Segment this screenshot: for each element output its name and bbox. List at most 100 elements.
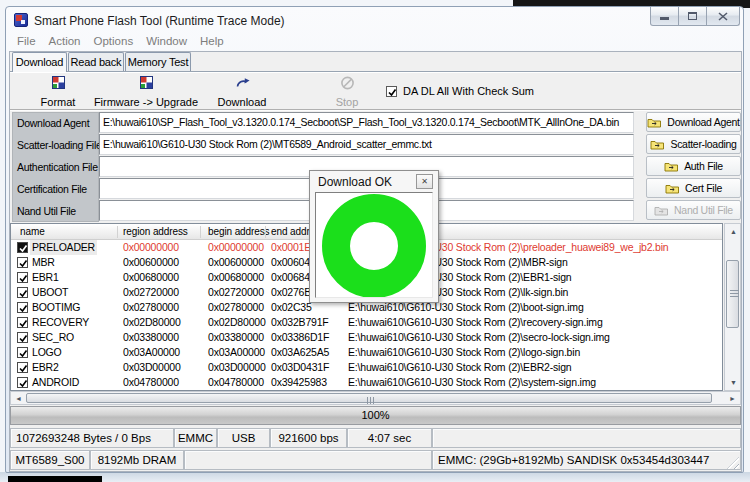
row-checkbox[interactable] [17,242,28,253]
toolbar-button-download[interactable]: Download [207,76,277,108]
progress-bar: 100% [10,406,741,425]
menu-item-help[interactable]: Help [194,33,230,51]
cell-region-address: 0x03A00000 [123,345,180,360]
row-checkbox[interactable] [17,317,28,328]
row-checkbox[interactable] [17,347,28,358]
row-checkbox[interactable] [17,257,28,268]
folder-icon [654,205,669,216]
status1-cell-1: EMMC [174,428,217,448]
menu-item-action[interactable]: Action [43,33,87,51]
form-label-2: Authentication File [17,157,98,178]
scroll-left-icon[interactable]: ◄ [15,395,22,402]
dialog-close-button[interactable]: ✕ [416,174,433,189]
close-button[interactable] [706,7,740,26]
cell-region-address: 0x02720000 [123,285,179,300]
cell-name: EBR1 [32,270,59,285]
browse-button-3[interactable]: Cert File [646,178,741,198]
cell-region-address: 0x00000000 [123,240,179,255]
dialog-body [315,192,433,298]
browse-button-2[interactable]: Auth File [646,156,741,176]
scroll-down-icon[interactable]: ▼ [730,379,737,386]
vertical-scrollbar-thumb[interactable] [726,260,739,328]
cell-begin-address: 0x00000000 [208,240,264,255]
cell-region-address: 0x00600000 [123,255,179,270]
toolbar-separator [10,109,741,111]
tab-download[interactable]: Download [12,52,67,72]
table-row-android[interactable]: ANDROID0x047800000x047800000x39425983E:\… [11,375,722,390]
browse-button-label-1: Scatter-loading [670,138,736,150]
toolbar-button-firmware[interactable]: Firmware -> Upgrade [91,76,201,108]
column-header-region-address[interactable]: region address [123,224,188,240]
cell-begin-address: 0x02780000 [208,300,264,315]
form-field-value-1: E:\huwai610\G610-U30 Stock Rom (2)\MT658… [100,135,633,154]
status2-cell-0: MT6589_S00 [10,450,90,470]
cell-end-address: 0x032B791F [271,315,329,330]
tab-read-back[interactable]: Read back [68,52,124,71]
row-checkbox[interactable] [17,272,28,283]
column-header-name[interactable]: name [20,224,45,240]
horizontal-scrollbar-thumb[interactable] [26,393,712,403]
cell-region-address: 0x04780000 [123,375,179,390]
form-label-0: Download Agent [17,113,89,134]
folder-icon [664,161,679,172]
table-row-recovery[interactable]: RECOVERY0x02D800000x02D800000x032B791FE:… [11,315,722,330]
column-header-begin-address[interactable]: begin address [208,224,270,240]
row-checkbox[interactable] [17,377,28,388]
toolbar-button-stop: Stop [322,76,372,108]
form-field-value-0: E:\huwai610\SP_Flash_Tool_v3.1320.0.174_… [100,113,633,132]
menu-item-window[interactable]: Window [140,33,193,51]
vertical-scrollbar[interactable]: ▲ ▼ [724,223,741,391]
cell-end-address: 0x03D0431F [271,360,329,375]
cell-begin-address: 0x02D80000 [208,315,266,330]
toolbar-button-format[interactable]: Format [28,76,88,108]
maximize-button[interactable] [678,7,707,26]
cell-location: E:\huwai610\G610-U30 Stock Rom (2)\recov… [348,315,603,330]
cell-region-address: 0x03D00000 [123,360,181,375]
cell-end-address: 0x03386D1F [271,330,329,345]
table-row-logo[interactable]: LOGO0x03A000000x03A000000x03A625A5E:\huw… [11,345,722,360]
status2-cell-3: EMMC: (29Gb+8192Mb) SANDISK 0x53454d3034… [432,450,741,470]
menu-bar: FileActionOptionsWindowHelp [11,33,231,51]
cell-begin-address: 0x03A00000 [208,345,265,360]
cell-region-address: 0x00680000 [123,270,179,285]
tab-memory-test[interactable]: Memory Test [125,52,191,71]
minimize-icon [660,17,669,20]
cell-end-address: 0x00684 [271,270,310,285]
row-checkbox[interactable] [17,287,28,298]
cell-region-address: 0x02D80000 [123,315,181,330]
window-title: Smart Phone Flash Tool (Runtime Trace Mo… [34,14,285,28]
table-row-ebr2[interactable]: EBR20x03D000000x03D000000x03D0431FE:\huw… [11,360,722,375]
dialog-title: Download OK [318,175,392,189]
menu-item-file[interactable]: File [11,33,42,51]
scroll-up-icon[interactable]: ▲ [730,228,737,235]
cell-name: LOGO [32,345,62,360]
browse-button-1[interactable]: Scatter-loading [646,134,741,154]
download-icon [234,76,251,89]
form-field-0[interactable]: E:\huwai610\SP_Flash_Tool_v3.1320.0.174_… [99,112,634,133]
firmware-upgrade-icon [140,76,153,89]
scroll-right-icon[interactable]: ► [729,395,736,402]
folder-icon [665,183,680,194]
table-row-sec_ro[interactable]: SEC_RO0x033800000x033800000x03386D1FE:\h… [11,330,722,345]
da-dl-checkbox[interactable] [386,86,397,97]
horizontal-scrollbar[interactable]: ◄ ► [10,391,741,405]
cell-location: E:\huwai610\G610-U30 Stock Rom (2)\syste… [348,375,596,390]
browse-button-0[interactable]: Download Agent [646,112,741,132]
cell-name: UBOOT [32,285,68,300]
status1-cell-0: 1072693248 Bytes / 0 Bps [10,428,174,448]
browse-button-label-4: Nand Util File [674,204,733,216]
row-checkbox[interactable] [17,332,28,343]
row-checkbox[interactable] [17,362,28,373]
browse-button-label-2: Auth File [684,160,723,172]
da-dl-checkbox-label: DA DL All With Check Sum [403,85,534,97]
cell-name: BOOTIMG [32,300,80,315]
format-icon [52,76,65,89]
stop-icon [340,76,355,90]
cell-region-address: 0x02780000 [123,300,179,315]
menu-item-options[interactable]: Options [88,33,140,51]
row-checkbox[interactable] [17,302,28,313]
form-field-1[interactable]: E:\huwai610\G610-U30 Stock Rom (2)\MT658… [99,134,634,155]
da-dl-checkbox-group[interactable]: DA DL All With Check Sum [386,85,534,97]
cell-end-address: 0x39425983 [271,375,327,390]
minimize-button[interactable] [650,7,679,26]
